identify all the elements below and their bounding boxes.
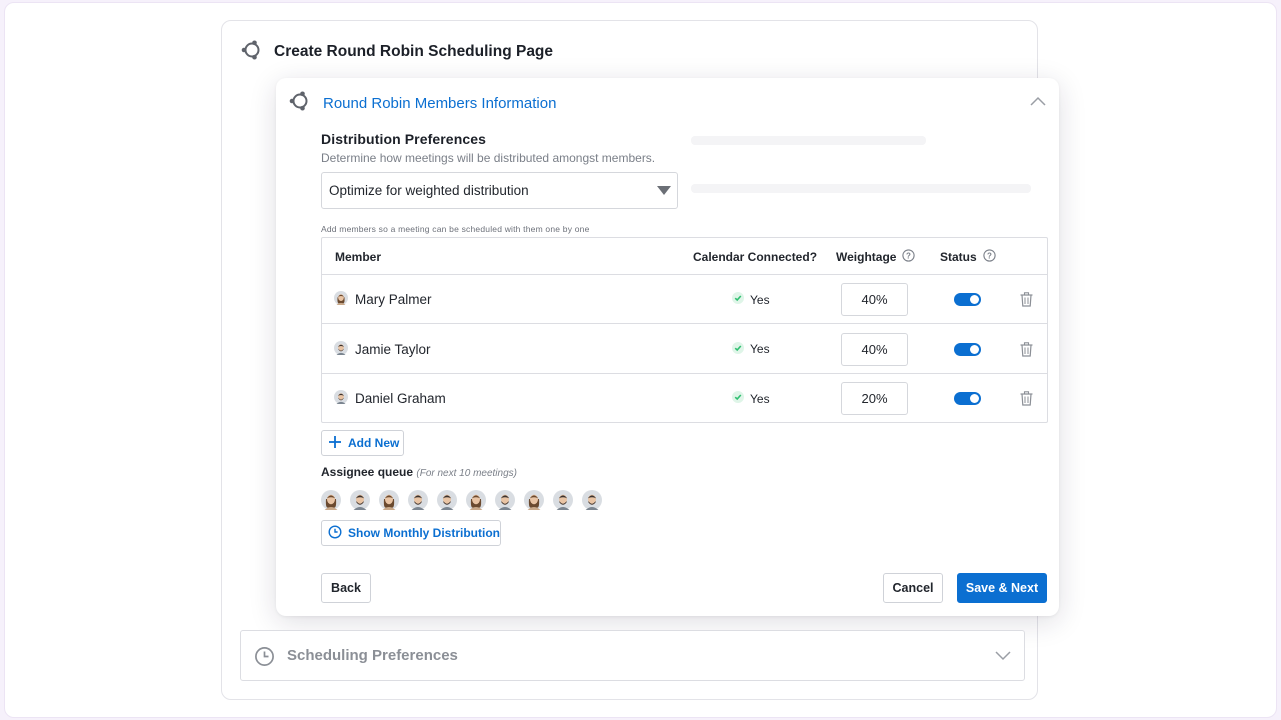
trash-icon[interactable] [1020,341,1033,357]
show-monthly-button[interactable]: Show Monthly Distribution [321,520,501,546]
cancel-button[interactable]: Cancel [883,573,943,603]
weightage-input[interactable]: 20% [841,382,908,415]
page-title: Create Round Robin Scheduling Page [274,43,554,60]
chevron-up-icon[interactable] [1029,94,1047,108]
scheduling-preferences-section[interactable]: Scheduling Preferences [240,630,1025,681]
queue-avatar [524,490,544,515]
queue-avatar [466,490,486,515]
queue-label: Assignee queue (For next 10 meetings) [321,465,517,479]
round-robin-icon [288,90,310,117]
table-header: Member Calendar Connected? Weightage ? S… [322,238,1047,275]
calendar-cell: Yes [732,374,770,423]
trash-icon[interactable] [1020,391,1033,406]
queue-note: (For next 10 meetings) [416,468,517,479]
scheduling-preferences-title: Scheduling Preferences [287,647,458,664]
calendar-status: Yes [750,342,770,356]
members-hint: Add members so a meeting can be schedule… [321,224,590,234]
calendar-status: Yes [750,391,770,406]
check-icon [732,391,744,406]
help-icon[interactable]: ? [983,248,996,265]
header-member: Member [335,249,382,264]
member-name: Mary Palmer [355,292,432,307]
background-placeholder [691,136,926,145]
page-header: Create Round Robin Scheduling Page [240,38,553,66]
clock-icon [328,524,342,542]
members-table: Member Calendar Connected? Weightage ? S… [321,237,1048,423]
check-icon [732,341,744,357]
add-new-button[interactable]: Add New [321,430,404,456]
assignee-queue [321,490,602,515]
status-toggle[interactable] [954,293,981,306]
header-weightage: Weightage ? [836,238,916,275]
queue-avatar [495,490,515,515]
trash-icon[interactable] [1020,292,1033,307]
members-modal: Round Robin Members Information Distribu… [276,78,1059,616]
check-icon [732,292,744,307]
queue-avatar [437,490,457,515]
distribution-select[interactable]: Optimize for weighted distribution [321,172,678,209]
clock-icon [254,646,275,672]
calendar-status: Yes [750,292,770,307]
distribution-subtitle: Determine how meetings will be distribut… [321,151,656,165]
calendar-cell: Yes [732,275,770,324]
back-button[interactable]: Back [321,573,371,603]
weightage-input[interactable]: 40% [841,332,908,366]
status-toggle[interactable] [954,342,981,356]
section-header[interactable]: Round Robin Members Information [288,90,556,117]
background-placeholder [691,184,1031,193]
avatar [334,390,348,407]
weightage-input[interactable]: 40% [841,283,908,316]
header-status: Status ? [940,238,996,275]
table-row: Daniel Graham Yes 20% [322,374,1047,423]
member-cell: Daniel Graham [334,374,446,423]
distribution-select-value: Optimize for weighted distribution [329,183,529,198]
queue-avatar [553,490,573,515]
distribution-title: Distribution Preferences [321,131,486,147]
queue-avatar [408,490,428,515]
queue-avatar [321,490,341,515]
status-toggle[interactable] [954,392,981,405]
section-title: Round Robin Members Information [323,95,557,112]
avatar [334,340,348,358]
help-icon[interactable]: ? [902,248,916,265]
queue-avatar [350,490,370,515]
svg-text:?: ? [907,251,912,260]
chevron-down-icon[interactable] [994,649,1012,668]
plus-icon [328,435,342,452]
table-row: Mary Palmer Yes 40% [322,275,1047,324]
caret-down-icon [657,186,671,195]
member-name: Daniel Graham [355,391,446,406]
header-calendar: Calendar Connected? [693,249,818,264]
round-robin-icon [240,39,262,66]
show-monthly-label: Show Monthly Distribution [348,526,500,540]
member-cell: Mary Palmer [334,275,432,324]
member-name: Jamie Taylor [355,341,431,357]
save-next-button[interactable]: Save & Next [957,573,1047,603]
avatar [334,291,348,308]
table-row: Jamie Taylor Yes 40% [322,325,1047,374]
add-new-label: Add New [348,436,400,450]
member-cell: Jamie Taylor [334,325,431,374]
svg-text:?: ? [987,251,992,260]
calendar-cell: Yes [732,325,770,374]
queue-avatar [582,490,602,515]
queue-avatar [379,490,399,515]
